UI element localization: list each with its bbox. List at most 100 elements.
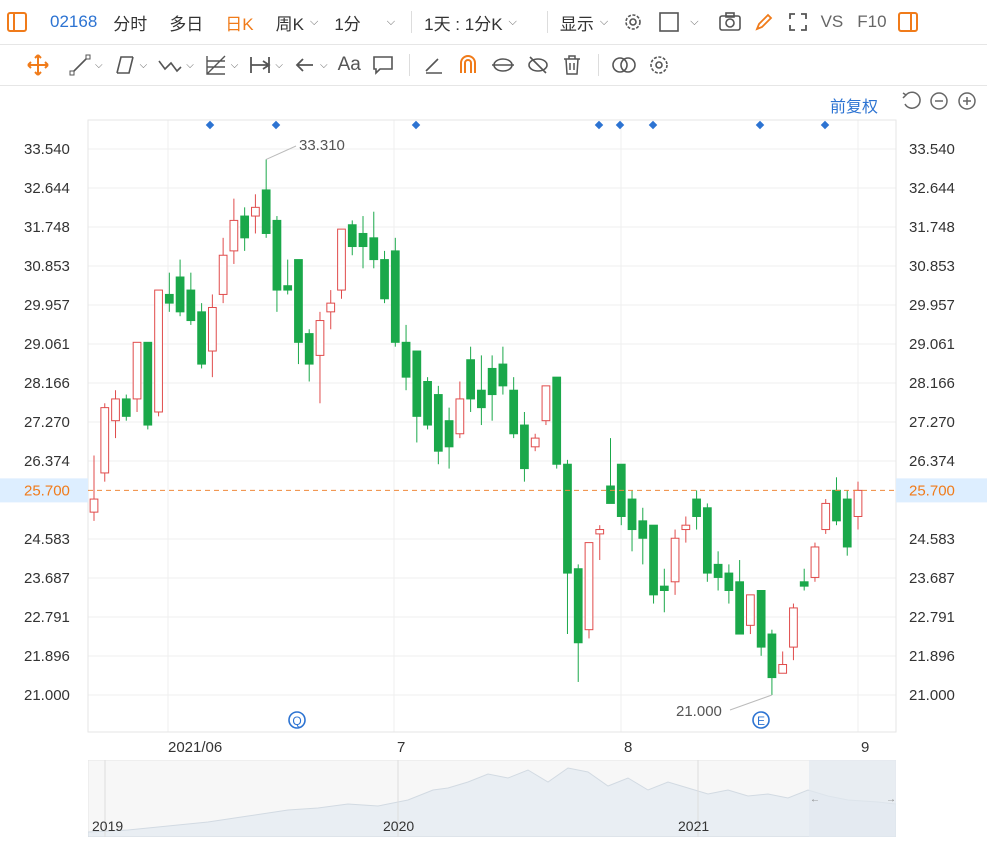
candle-body bbox=[401, 341, 411, 378]
candle-body bbox=[681, 524, 691, 531]
navigator-year-label: 2020 bbox=[383, 818, 415, 834]
price-tick-right: 30.853 bbox=[909, 258, 955, 275]
price-tick-right: 24.583 bbox=[909, 531, 955, 548]
price-tick-left: 28.166 bbox=[24, 375, 70, 392]
navigator-year-label: 2021 bbox=[678, 818, 710, 834]
price-tick-left: 30.853 bbox=[24, 258, 70, 275]
candle-body bbox=[810, 546, 820, 578]
candle-body bbox=[261, 189, 271, 234]
price-tick-left: 29.957 bbox=[24, 297, 70, 314]
candle-body bbox=[423, 381, 432, 426]
x-tick-label: 9 bbox=[861, 739, 869, 756]
candlestick-chart[interactable]: 33.540 33.540 32.644 32.644 31.748 31.748 30.8… bbox=[0, 0, 987, 760]
candle-body bbox=[541, 385, 551, 422]
candle-body bbox=[627, 498, 637, 531]
price-tick-right: 31.748 bbox=[909, 219, 955, 236]
candle-body bbox=[175, 276, 185, 313]
candle-body bbox=[487, 367, 497, 396]
candle-body bbox=[229, 219, 239, 252]
candle-body bbox=[197, 311, 206, 365]
event-diamond-marker bbox=[615, 120, 625, 130]
price-tick-left: 33.540 bbox=[24, 141, 70, 158]
candle-body bbox=[444, 420, 454, 448]
candle-body bbox=[767, 633, 777, 679]
price-tick-left: 25.700 bbox=[24, 482, 70, 499]
candle-body bbox=[315, 320, 325, 356]
candle-body bbox=[466, 359, 475, 400]
x-tick-label: 7 bbox=[397, 739, 405, 756]
candle-body bbox=[347, 224, 357, 248]
candle-body bbox=[111, 398, 120, 422]
range-navigator[interactable]: ← → 2019 2020 2021 bbox=[87, 759, 897, 838]
extreme-annotations: 33.310 21.000 bbox=[265, 137, 773, 720]
navigator-right-handle[interactable]: → bbox=[886, 794, 896, 805]
event-diamond-marker bbox=[271, 120, 281, 130]
candle-body bbox=[100, 407, 110, 474]
price-tick-right: 26.374 bbox=[909, 453, 955, 470]
candle-body bbox=[713, 563, 723, 578]
event-diamond-marker bbox=[205, 120, 215, 130]
candle-body bbox=[692, 498, 701, 517]
candle-body bbox=[186, 289, 196, 322]
low-price-label: 21.000 bbox=[676, 703, 722, 720]
price-tick-right: 28.166 bbox=[909, 375, 955, 392]
candle-body bbox=[477, 389, 486, 409]
candle-body bbox=[520, 424, 529, 470]
price-tick-left: 24.583 bbox=[24, 531, 70, 548]
navigator-svg: ← → bbox=[87, 759, 897, 838]
candle-body bbox=[702, 507, 712, 574]
low-leader-line bbox=[729, 694, 773, 711]
navigator-left-handle[interactable]: ← bbox=[810, 794, 820, 805]
price-tick-right: 32.644 bbox=[909, 180, 955, 197]
event-diamond-marker bbox=[411, 120, 421, 130]
price-tick-right: 27.270 bbox=[909, 414, 955, 431]
candle-body bbox=[649, 524, 658, 596]
price-tick-left: 21.000 bbox=[24, 687, 70, 704]
navigator-window[interactable] bbox=[809, 760, 896, 837]
price-tick-right: 25.700 bbox=[909, 482, 955, 499]
high-price-label: 33.310 bbox=[299, 137, 345, 154]
candle-body bbox=[143, 341, 153, 426]
candle-body bbox=[552, 376, 562, 465]
candle-body bbox=[164, 293, 174, 304]
price-tick-right: 29.957 bbox=[909, 297, 955, 314]
event-marker-label: E bbox=[757, 714, 765, 728]
candle-body bbox=[455, 398, 465, 435]
candle-body bbox=[154, 289, 163, 413]
candle-body bbox=[573, 568, 583, 644]
candle-body bbox=[251, 206, 260, 217]
event-diamond-marker bbox=[755, 120, 765, 130]
candle-body bbox=[735, 581, 745, 635]
event-marker-label: Q bbox=[292, 714, 301, 728]
candle-body bbox=[799, 581, 809, 587]
candle-body bbox=[724, 572, 734, 592]
price-tick-left: 31.748 bbox=[24, 219, 70, 236]
price-tick-right: 21.000 bbox=[909, 687, 955, 704]
candle-body bbox=[240, 215, 250, 239]
candle-body bbox=[326, 302, 336, 313]
price-tick-left: 22.791 bbox=[24, 609, 70, 626]
candle-body bbox=[584, 542, 594, 631]
candle-body bbox=[595, 529, 605, 535]
candle-body bbox=[746, 594, 755, 626]
candle-body bbox=[821, 502, 831, 531]
candle-body bbox=[304, 333, 314, 365]
price-tick-right: 33.540 bbox=[909, 141, 955, 158]
candle-body bbox=[563, 463, 572, 574]
navigator-year-label: 2019 bbox=[92, 818, 124, 834]
candles bbox=[89, 159, 863, 695]
price-tick-left: 29.061 bbox=[24, 336, 70, 353]
price-axes: 33.540 33.540 32.644 32.644 31.748 31.748 30.8… bbox=[0, 141, 987, 756]
candle-body bbox=[390, 250, 400, 343]
candle-body bbox=[294, 259, 303, 343]
candle-body bbox=[283, 285, 293, 291]
price-tick-left: 32.644 bbox=[24, 180, 70, 197]
high-leader-line bbox=[265, 145, 297, 160]
candle-body bbox=[853, 489, 863, 517]
candle-body bbox=[606, 485, 615, 504]
event-diamond-marker bbox=[820, 120, 830, 130]
price-tick-left: 27.270 bbox=[24, 414, 70, 431]
candle-body bbox=[358, 232, 368, 248]
candle-body bbox=[659, 585, 669, 592]
candle-body bbox=[412, 350, 422, 417]
